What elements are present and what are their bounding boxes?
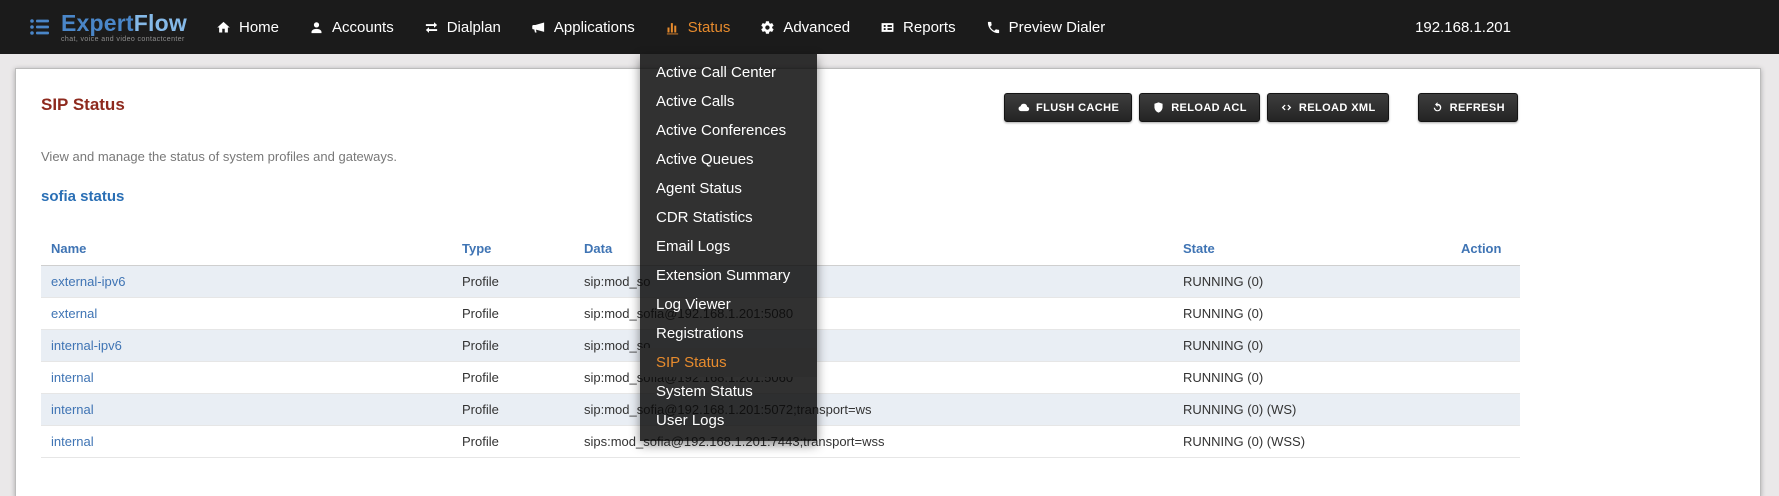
menu-item-extension-summary[interactable]: Extension Summary [640,261,817,290]
profile-action [1451,426,1520,458]
profile-name-link[interactable]: internal [41,362,452,394]
top-navbar: ExpertFlow chat, voice and video contact… [0,0,1779,54]
reload-xml-button[interactable]: RELOAD XML [1267,93,1389,122]
code-icon [1280,101,1293,114]
brand-tagline: chat, voice and video contactcenter [61,36,187,43]
nav-label: Home [239,19,279,36]
button-label: RELOAD XML [1299,102,1376,114]
nav-label: Reports [903,19,956,36]
nav-label: Status [688,19,731,36]
profile-state: RUNNING (0) (WS) [1173,394,1451,426]
menu-item-active-queues[interactable]: Active Queues [640,145,817,174]
column-header-name[interactable]: Name [41,233,452,266]
menu-item-active-calls[interactable]: Active Calls [640,87,817,116]
profile-state: RUNNING (0) [1173,266,1451,298]
nav-label: Accounts [332,19,394,36]
profile-name-link[interactable]: internal [41,426,452,458]
profile-action [1451,394,1520,426]
column-header-type[interactable]: Type [452,233,574,266]
cloud-icon [1017,101,1030,114]
main-nav: Home Accounts Dialplan Applications Stat… [201,0,1120,54]
page-title: SIP Status [41,95,125,115]
nav-item-accounts[interactable]: Accounts [294,0,409,54]
profile-type: Profile [452,426,574,458]
nav-item-applications[interactable]: Applications [516,0,650,54]
nav-item-home[interactable]: Home [201,0,294,54]
menu-item-registrations[interactable]: Registrations [640,319,817,348]
nav-label: Preview Dialer [1009,19,1106,36]
menu-item-sip-status[interactable]: SIP Status [640,348,817,377]
status-dropdown-menu: Active Call Center Active Calls Active C… [640,54,817,441]
profile-action [1451,266,1520,298]
profile-name-link[interactable]: internal [41,394,452,426]
brand-primary: Expert [61,10,134,36]
nav-label: Dialplan [447,19,501,36]
profile-state: RUNNING (0) [1173,362,1451,394]
flush-cache-button[interactable]: FLUSH CACHE [1004,93,1132,122]
profile-type: Profile [452,266,574,298]
gear-icon [760,20,775,35]
nav-item-preview-dialer[interactable]: Preview Dialer [971,0,1121,54]
profile-name-link[interactable]: internal-ipv6 [41,330,452,362]
nav-item-dialplan[interactable]: Dialplan [409,0,516,54]
menu-item-cdr-statistics[interactable]: CDR Statistics [640,203,817,232]
brand-secondary: Flow [134,10,187,36]
profile-type: Profile [452,394,574,426]
nav-item-reports[interactable]: Reports [865,0,971,54]
button-label: FLUSH CACHE [1036,102,1119,114]
nav-label: Advanced [783,19,850,36]
column-header-state[interactable]: State [1173,233,1451,266]
person-icon [309,20,324,35]
nav-item-advanced[interactable]: Advanced [745,0,865,54]
profile-state: RUNNING (0) [1173,330,1451,362]
home-icon [216,20,231,35]
profile-action [1451,330,1520,362]
toolbar: FLUSH CACHE RELOAD ACL RELOAD XML REFRES… [1004,93,1518,122]
server-ip: 192.168.1.201 [1415,19,1511,36]
button-label: RELOAD ACL [1171,102,1247,114]
menu-item-log-viewer[interactable]: Log Viewer [640,290,817,319]
button-label: REFRESH [1450,102,1505,114]
column-header-action[interactable]: Action [1451,233,1520,266]
profile-state: RUNNING (0) [1173,298,1451,330]
refresh-icon [1431,101,1444,114]
brand-logo[interactable]: ExpertFlow chat, voice and video contact… [0,11,187,43]
menu-item-email-logs[interactable]: Email Logs [640,232,817,261]
megaphone-icon [531,20,546,35]
brand-text: ExpertFlow chat, voice and video contact… [61,11,187,43]
nav-item-status[interactable]: Status [650,0,746,54]
phone-icon [986,20,1001,35]
profile-action [1451,362,1520,394]
profile-type: Profile [452,362,574,394]
profile-type: Profile [452,298,574,330]
section-title: sofia status [41,188,124,205]
profile-state: RUNNING (0) (WSS) [1173,426,1451,458]
menu-item-active-conferences[interactable]: Active Conferences [640,116,817,145]
content-card: SIP Status FLUSH CACHE RELOAD ACL RELOAD… [15,68,1761,496]
shield-icon [1152,101,1165,114]
nav-label: Applications [554,19,635,36]
profile-name-link[interactable]: external [41,298,452,330]
list-lines-icon [28,15,52,39]
menu-item-active-call-center[interactable]: Active Call Center [640,58,817,87]
menu-item-user-logs[interactable]: User Logs [640,406,817,435]
profile-type: Profile [452,330,574,362]
reload-acl-button[interactable]: RELOAD ACL [1139,93,1260,122]
menu-item-system-status[interactable]: System Status [640,377,817,406]
refresh-button[interactable]: REFRESH [1418,93,1518,122]
profile-action [1451,298,1520,330]
menu-item-agent-status[interactable]: Agent Status [640,174,817,203]
bar-chart-icon [665,20,680,35]
report-grid-icon [880,20,895,35]
profile-name-link[interactable]: external-ipv6 [41,266,452,298]
swap-arrows-icon [424,20,439,35]
page-description: View and manage the status of system pro… [41,149,397,164]
